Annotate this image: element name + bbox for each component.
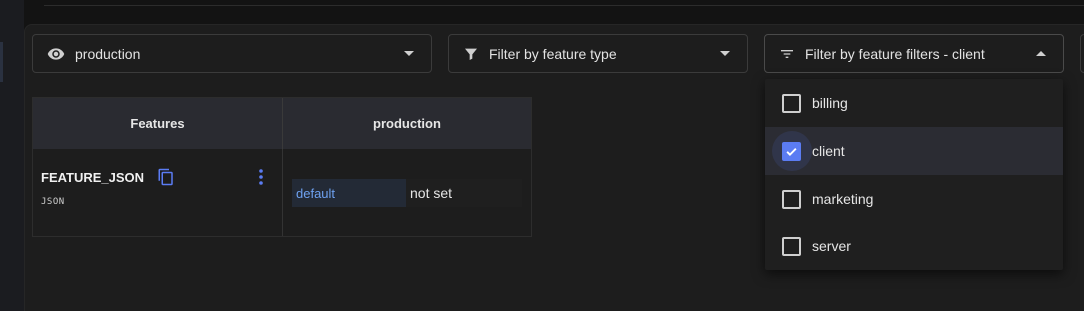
filter-option-label: billing: [812, 95, 848, 111]
environment-select-value: production: [75, 45, 141, 62]
table-header: Features production: [33, 98, 531, 149]
next-select-partial[interactable]: [1080, 34, 1084, 73]
feature-type-placeholder: Filter by feature type: [489, 45, 617, 62]
eye-icon: [47, 47, 65, 60]
environment-select[interactable]: production: [32, 34, 432, 73]
checkbox-unchecked-icon[interactable]: [782, 236, 801, 256]
filter-option-marketing[interactable]: marketing: [765, 175, 1063, 223]
left-edge-accent: [0, 42, 3, 82]
filter-option-server[interactable]: server: [765, 222, 1063, 270]
column-header-features: Features: [33, 98, 283, 149]
checkbox-checked-icon[interactable]: [782, 141, 801, 161]
filter-option-billing[interactable]: billing: [765, 79, 1063, 127]
environment-value-cell: not set: [284, 149, 531, 236]
features-table: Features production FEATURE_JSON JSON no…: [32, 97, 532, 237]
feature-filters-menu: billing client marketing server: [765, 79, 1063, 270]
filter-option-label: marketing: [812, 191, 874, 207]
feature-filters-select[interactable]: Filter by feature filters - client: [764, 34, 1064, 73]
left-edge-strip: [0, 0, 24, 311]
checkbox-unchecked-icon[interactable]: [782, 93, 801, 113]
chevron-up-icon: [1036, 51, 1046, 56]
table-row: FEATURE_JSON JSON not set: [33, 149, 531, 236]
value-container: not set: [292, 179, 522, 207]
default-value-input[interactable]: [292, 179, 406, 207]
feature-cell: FEATURE_JSON JSON: [33, 149, 283, 236]
filter-option-label: server: [812, 238, 851, 254]
feature-type-select[interactable]: Filter by feature type: [448, 34, 748, 73]
funnel-icon: [465, 48, 477, 60]
more-options-icon[interactable]: [257, 168, 265, 186]
top-divider: [44, 5, 1084, 6]
feature-type-label: JSON: [41, 197, 65, 207]
value-status: not set: [410, 185, 453, 201]
checkbox-unchecked-icon[interactable]: [782, 189, 801, 209]
copy-icon[interactable]: [157, 168, 175, 186]
column-header-environment: production: [373, 116, 441, 131]
filter-option-label: client: [812, 143, 845, 159]
chevron-down-icon: [720, 51, 730, 56]
filter-list-icon: [781, 49, 793, 58]
chevron-down-icon: [404, 51, 414, 56]
filter-option-client[interactable]: client: [765, 127, 1063, 175]
feature-name: FEATURE_JSON: [41, 170, 145, 185]
feature-filters-value: Filter by feature filters - client: [805, 45, 985, 62]
